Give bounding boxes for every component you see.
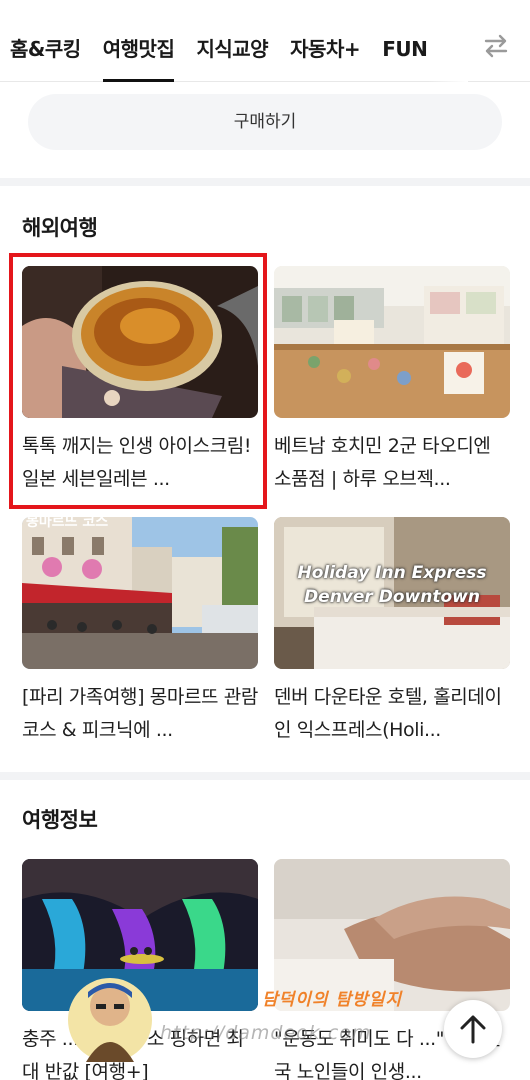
- paris-street-photo: 몽마르뜨 코스: [22, 517, 258, 669]
- tab-travel-food[interactable]: 여행맛집: [102, 0, 175, 82]
- section-divider: [0, 178, 530, 186]
- category-tab-bar: 홈&쿠킹 여행맛집 지식교양 자동차+ FUN: [0, 0, 530, 82]
- article-title: 덴버 다운타운 호텔, 홀리데이인 익스프레스(Holi...: [274, 686, 502, 741]
- article-title: 베트남 호치민 2군 타오디엔 소품점 | 하루 오브젝...: [274, 435, 491, 490]
- highlight-box: [9, 253, 267, 509]
- tab-knowledge[interactable]: 지식교양: [196, 0, 268, 82]
- arrow-up-icon: [460, 1015, 486, 1044]
- scroll-top-button[interactable]: [444, 1000, 502, 1058]
- watermark-name: 담덕이의 탐방일지: [262, 990, 403, 1010]
- section-divider: [0, 772, 530, 780]
- buy-button[interactable]: 구매하기: [28, 94, 502, 150]
- section-title-travel-info: 여행정보: [22, 808, 98, 832]
- section-title-overseas: 해외여행: [22, 216, 98, 240]
- hotel-room-photo: Holiday Inn Express Denver Downtown: [274, 517, 510, 669]
- tab-car[interactable]: 자동차+: [290, 0, 360, 82]
- tab-home-cooking[interactable]: 홈&쿠킹: [10, 0, 81, 82]
- tab-fade: [428, 0, 468, 82]
- article-card[interactable]: 몽마르뜨 코스 [파리 가족여행] 몽마르뜨 관람 코스 & 피크닉에 ...: [22, 517, 258, 747]
- watermark-url: http://damdeok.com: [160, 1022, 372, 1044]
- article-card[interactable]: 베트남 호치민 2군 타오디엔 소품점 | 하루 오브젝...: [274, 266, 510, 496]
- article-card[interactable]: Holiday Inn Express Denver Downtown 덴버 다…: [274, 517, 510, 747]
- avatar: [66, 972, 154, 1068]
- article-title: [파리 가족여행] 몽마르뜨 관람 코스 & 피크닉에 ...: [22, 686, 258, 741]
- thumb-caption: Holiday Inn Express Denver Downtown: [297, 563, 487, 607]
- swap-arrows-icon[interactable]: [480, 30, 512, 62]
- thumb-caption: 몽마르뜨 코스: [26, 517, 109, 530]
- tab-list: 홈&쿠킹 여행맛집 지식교양 자동차+ FUN: [10, 0, 465, 82]
- gift-shop-photo: [274, 266, 510, 418]
- tab-fun[interactable]: FUN: [382, 0, 428, 82]
- buy-area: 구매하기: [0, 82, 530, 182]
